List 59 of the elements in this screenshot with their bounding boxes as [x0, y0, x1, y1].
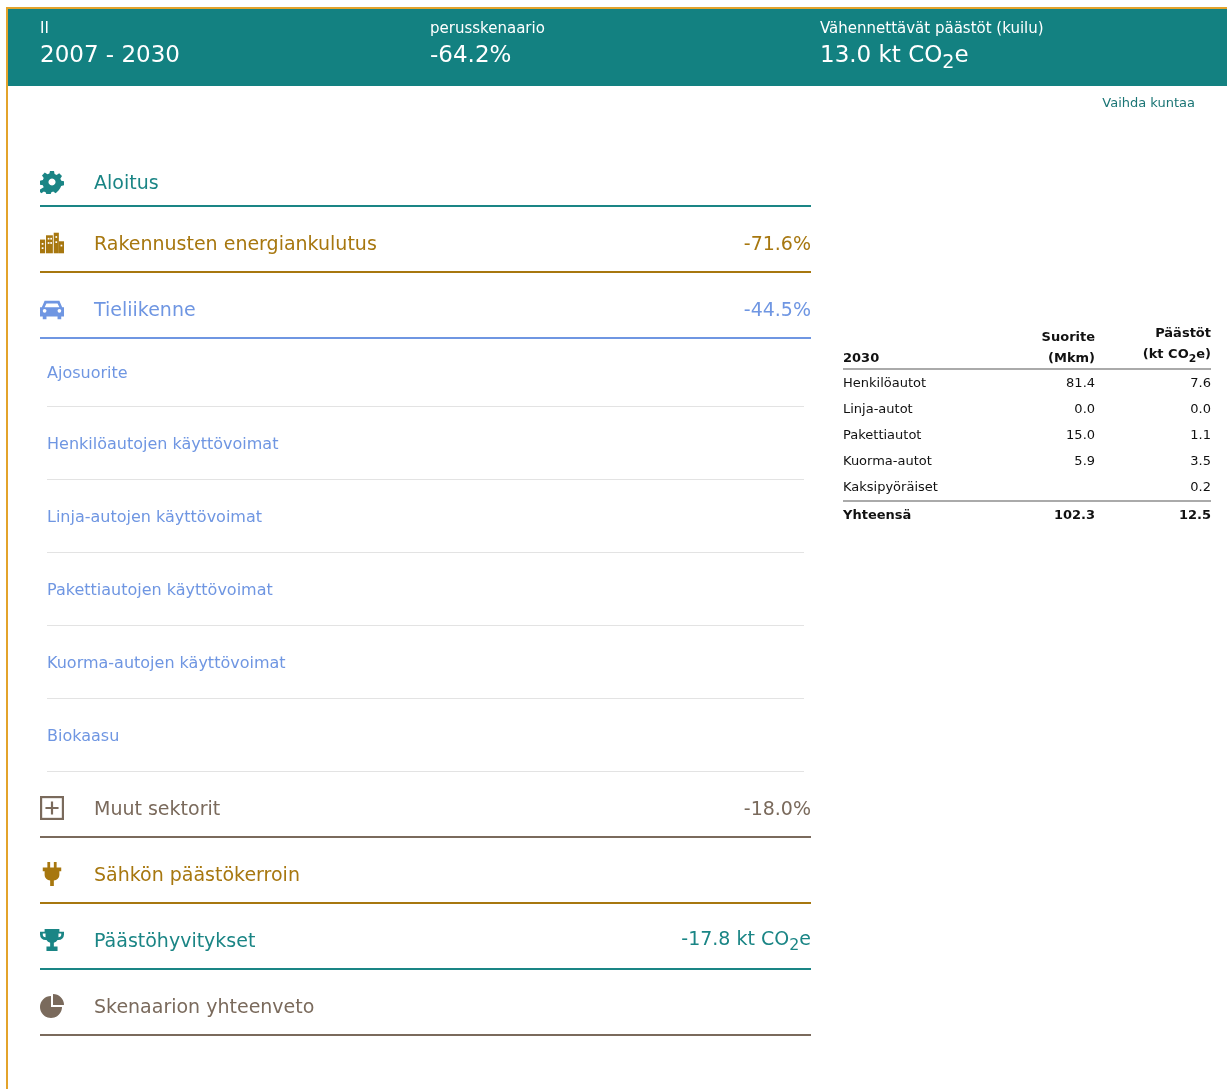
section-header[interactable]: Skenaarion yhteenveto [40, 970, 811, 1036]
table-cell: Linja-autot [843, 401, 913, 417]
table-cell: 0.0 [1074, 401, 1096, 417]
change-municipality-link[interactable]: Vaihda kuntaa [1102, 95, 1195, 110]
section-value: -18.0% [743, 797, 811, 819]
table-cell: 5.9 [1074, 453, 1096, 469]
pie-chart-icon [40, 994, 64, 1018]
section-header[interactable]: Tieliikenne -44.5% [40, 273, 811, 339]
column-header: (kt CO$_{2}$e) [1141, 346, 1211, 365]
section-header[interactable]: Aloitus [40, 158, 811, 207]
total-cell: 102.3 [1053, 507, 1096, 523]
header-label: perusskenaario [430, 19, 545, 37]
column-header: 2030 [843, 349, 881, 365]
plug-icon [40, 862, 64, 886]
header-value: 2007 - 2030 [40, 41, 180, 67]
subsection-item[interactable]: Linja-autojen käyttövoimat [47, 480, 804, 553]
section-header[interactable]: Muut sektorit -18.0% [40, 772, 811, 838]
plus-box-icon [40, 796, 64, 820]
subsection-item[interactable]: Kuorma-autojen käyttövoimat [47, 626, 804, 699]
column-header: (Mkm) [1047, 349, 1096, 365]
gear-icon [40, 169, 64, 194]
section-title: Sähkön päästökerroin [94, 863, 300, 885]
table-cell: 0.0 [1190, 401, 1211, 417]
table-cell: Pakettiautot [843, 427, 922, 443]
subsection-item[interactable]: Ajosuorite [47, 339, 804, 407]
section-value: -17.8 kt CO$_{2}$e [681, 926, 811, 954]
section-title: Aloitus [94, 170, 159, 193]
table-cell: 15.0 [1066, 427, 1096, 443]
section-header[interactable]: Rakennusten energiankulutus -71.6% [40, 207, 811, 273]
section-title: Tieliikenne [94, 298, 196, 320]
header-label: Vähennettävät päästöt (kuilu) [820, 19, 1044, 37]
section-title: Muut sektorit [94, 797, 221, 819]
table-cell: 3.5 [1190, 453, 1211, 469]
table-cell: Kaksipyöräiset [843, 479, 938, 495]
trophy-icon [40, 928, 64, 952]
section-value: -71.6% [743, 232, 811, 254]
section-value: -44.5% [743, 298, 811, 320]
table-cell: 7.6 [1190, 375, 1211, 391]
section-header[interactable]: Päästöhyvitykset -17.8 kt CO$_{2}$e [40, 904, 811, 970]
table-cell: Kuorma-autot [843, 453, 932, 469]
header-value: 13.0 kt CO$_{2}$e [820, 41, 969, 73]
section-title: Skenaarion yhteenveto [94, 995, 315, 1017]
section-header[interactable]: Sähkön päästökerroin [40, 838, 811, 904]
subsection-item[interactable]: Pakettiautojen käyttövoimat [47, 553, 804, 626]
table-cell: 0.2 [1190, 479, 1211, 495]
header-value: -64.2% [430, 41, 512, 67]
column-header: Päästöt [1154, 325, 1211, 340]
subsection-item[interactable]: Henkilöautojen käyttövoimat [47, 407, 804, 480]
total-cell: 12.5 [1178, 507, 1211, 523]
table-cell: 81.4 [1066, 375, 1096, 391]
total-cell: Yhteensä [843, 507, 912, 523]
table-cell: 1.1 [1190, 427, 1211, 443]
subsection-item[interactable]: Biokaasu [47, 699, 804, 772]
column-header: Suorite [1040, 328, 1096, 344]
section-title: Rakennusten energiankulutus [94, 232, 377, 254]
section-title: Päästöhyvitykset [94, 929, 256, 951]
buildings-icon [40, 231, 64, 255]
table-cell: Henkilöautot [843, 375, 927, 391]
header-label: II [40, 19, 49, 37]
